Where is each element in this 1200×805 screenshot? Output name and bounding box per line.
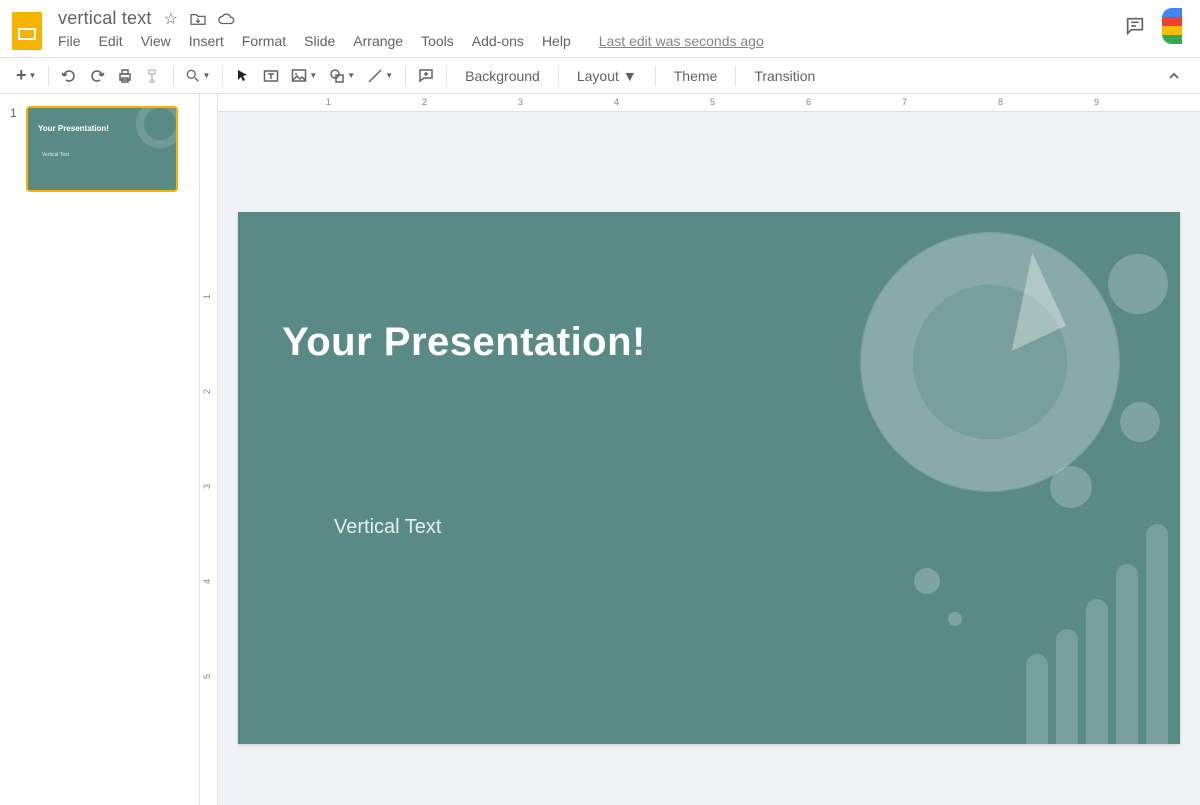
- shape-tool[interactable]: ▼: [325, 63, 359, 89]
- decorative-circle-icon: [948, 612, 962, 626]
- menu-slide[interactable]: Slide: [304, 33, 335, 49]
- slide-number: 1: [10, 106, 20, 192]
- menu-view[interactable]: View: [141, 33, 171, 49]
- layout-button[interactable]: Layout▼: [567, 68, 647, 84]
- thumb-title: Your Presentation!: [38, 124, 109, 133]
- collapse-toolbar-icon[interactable]: [1162, 63, 1186, 89]
- slides-app-icon[interactable]: [12, 12, 48, 48]
- filmstrip: 1 Your Presentation! Vertical Text: [0, 94, 200, 805]
- document-title[interactable]: vertical text: [58, 8, 152, 29]
- menu-help[interactable]: Help: [542, 33, 571, 49]
- slide-title[interactable]: Your Presentation!: [282, 320, 646, 365]
- decorative-circle-icon: [1120, 402, 1160, 442]
- decorative-ring-icon: [860, 232, 1120, 492]
- add-comment-button[interactable]: [414, 63, 438, 89]
- last-edit-link[interactable]: Last edit was seconds ago: [599, 33, 764, 49]
- slide-stage[interactable]: Your Presentation! Vertical Text: [218, 112, 1200, 805]
- decorative-circle-icon: [1050, 466, 1092, 508]
- decorative-circle-icon: [1108, 254, 1168, 314]
- background-button[interactable]: Background: [455, 68, 550, 84]
- slide-canvas[interactable]: Your Presentation! Vertical Text: [238, 212, 1180, 744]
- image-tool[interactable]: ▼: [287, 63, 321, 89]
- account-avatar[interactable]: [1162, 8, 1182, 44]
- menu-tools[interactable]: Tools: [421, 33, 454, 49]
- menu-edit[interactable]: Edit: [99, 33, 123, 49]
- thumb-subtitle: Vertical Text: [42, 152, 69, 158]
- horizontal-ruler: 1 2 3 4 5 6 7 8 9: [218, 94, 1200, 112]
- slide-subtitle[interactable]: Vertical Text: [334, 516, 441, 539]
- comments-icon[interactable]: [1124, 15, 1146, 37]
- move-icon[interactable]: [190, 12, 206, 26]
- menu-addons[interactable]: Add-ons: [472, 33, 524, 49]
- slide-thumbnail-1[interactable]: Your Presentation! Vertical Text: [26, 106, 178, 192]
- vertical-ruler: 1 2 3 4 5: [200, 94, 218, 805]
- theme-button[interactable]: Theme: [664, 68, 728, 84]
- textbox-tool[interactable]: [259, 63, 283, 89]
- select-tool[interactable]: [231, 63, 255, 89]
- star-icon[interactable]: ☆: [164, 9, 178, 29]
- redo-button[interactable]: [85, 63, 109, 89]
- paint-format-button[interactable]: [141, 63, 165, 89]
- menu-insert[interactable]: Insert: [189, 33, 224, 49]
- toolbar: +▼ ▼ ▼ ▼ ▼ Background Layout▼ Theme Tran…: [0, 58, 1200, 94]
- new-slide-button[interactable]: +▼: [12, 63, 40, 89]
- menu-file[interactable]: File: [58, 33, 81, 49]
- menu-format[interactable]: Format: [242, 33, 286, 49]
- decorative-circle-icon: [914, 568, 940, 594]
- zoom-button[interactable]: ▼: [182, 63, 214, 89]
- print-button[interactable]: [113, 63, 137, 89]
- decorative-bars-icon: [1026, 524, 1168, 744]
- menu-bar: File Edit View Insert Format Slide Arran…: [58, 33, 1124, 49]
- menu-arrange[interactable]: Arrange: [353, 33, 403, 49]
- transition-button[interactable]: Transition: [744, 68, 825, 84]
- undo-button[interactable]: [57, 63, 81, 89]
- line-tool[interactable]: ▼: [363, 63, 397, 89]
- cloud-status-icon[interactable]: [218, 12, 236, 26]
